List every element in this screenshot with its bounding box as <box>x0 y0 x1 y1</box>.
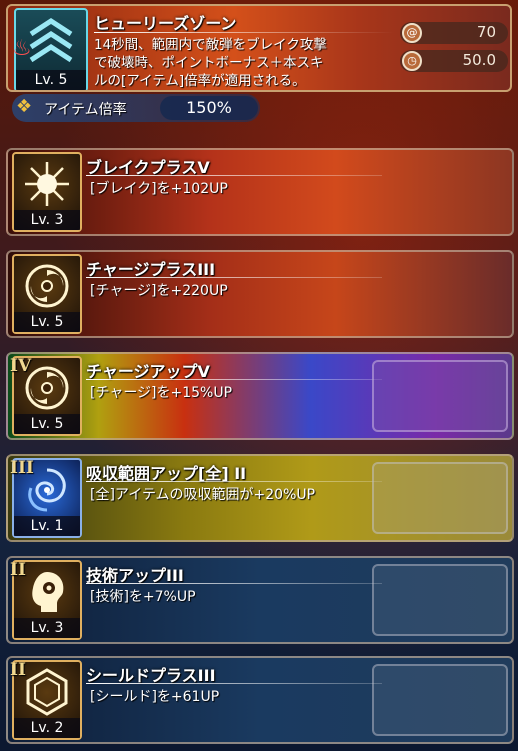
skill-description: [全]アイテムの吸収範囲が+20%UP <box>90 487 316 503</box>
sub-skill-card[interactable]: Lv. 5 IV チャージアップV [チャージ]を+15%UP <box>6 352 514 440</box>
skill-slot[interactable] <box>372 360 508 432</box>
skill-level: Lv. 5 <box>14 414 80 434</box>
swirl-icon <box>25 264 69 308</box>
title-divider <box>86 481 382 482</box>
main-skill-description: 14秒間、範囲内で敵弾をブレイク攻撃 で破壊時、ポイントボーナス＋本スキ ルの[… <box>94 36 394 90</box>
title-divider <box>86 175 382 176</box>
title-divider <box>86 683 382 684</box>
hexagon-shield-icon <box>26 668 68 716</box>
head-skill-icon <box>32 572 64 612</box>
sub-skill-card[interactable]: Lv. 1 III 吸収範囲アップ[全] II [全]アイテムの吸収範囲が+20… <box>6 454 514 542</box>
sub-skill-card[interactable]: Lv. 3 II 技術アップIII [技術]を+7%UP <box>6 556 514 644</box>
skill-level: Lv. 3 <box>14 618 80 638</box>
skill-rank: IV <box>10 356 32 376</box>
title-divider <box>86 277 382 278</box>
chevron-rank-icon <box>29 18 73 63</box>
sub-skill-card[interactable]: Lv. 5 チャージプラスIII [チャージ]を+220UP <box>6 250 514 338</box>
duration-stat-value: 50.0 <box>462 51 496 69</box>
description-line: ルの[アイテム]倍率が適用される。 <box>94 73 306 89</box>
skill-description: [ブレイク]を+102UP <box>90 181 228 197</box>
skill-description: [チャージ]を+15%UP <box>90 385 233 401</box>
skill-description: [技術]を+7%UP <box>90 589 196 605</box>
skill-description: [シールド]を+61UP <box>90 689 220 705</box>
burst-icon <box>25 162 69 206</box>
duration-stat: ◷ 50.0 <box>400 50 508 72</box>
title-divider <box>86 583 382 584</box>
charge-stat-value: 70 <box>476 23 496 41</box>
skill-slot[interactable] <box>372 462 508 534</box>
skill-icon-frame: Lv. 3 <box>12 152 82 232</box>
charge-stat: @ 70 <box>400 22 508 44</box>
skill-slot[interactable] <box>372 664 508 736</box>
main-skill-icon-frame: ♨ Lv. 5 <box>12 8 88 90</box>
skill-description: [チャージ]を+220UP <box>90 283 228 299</box>
description-line: 14秒間、範囲内で敵弾をブレイク攻撃 <box>94 37 327 53</box>
title-divider <box>86 379 382 380</box>
gift-items-icon: ❖ <box>16 96 33 117</box>
skill-level: Lv. 3 <box>14 210 80 230</box>
item-rate-bar: ❖ アイテム倍率 150% <box>12 94 260 122</box>
skill-level: Lv. 1 <box>14 516 80 536</box>
title-divider <box>94 32 394 33</box>
description-line: で破壊時、ポイントボーナス＋本スキ <box>94 55 324 71</box>
skill-rank: II <box>10 660 26 680</box>
item-rate-label: アイテム倍率 <box>44 102 127 118</box>
skill-level: Lv. 2 <box>14 718 80 738</box>
skill-icon-frame: Lv. 5 <box>12 254 82 334</box>
main-skill-level: Lv. 5 <box>16 70 86 90</box>
sub-skill-card[interactable]: Lv. 2 II シールドプラスIII [シールド]を+61UP <box>6 656 514 744</box>
main-skill-name: ヒューリーズゾーン <box>94 14 237 33</box>
clock-timer-icon: ◷ <box>402 51 422 71</box>
skill-level: Lv. 5 <box>14 312 80 332</box>
sub-skill-card[interactable]: Lv. 3 ブレイクプラスV [ブレイク]を+102UP <box>6 148 514 236</box>
skill-rank: III <box>10 458 34 478</box>
main-skill-card[interactable]: ♨ Lv. 5 ヒューリーズゾーン 14秒間、範囲内で敵弾をブレイク攻撃 で破壊… <box>6 4 512 92</box>
skill-rank: II <box>10 560 26 580</box>
swirl-charge-icon: @ <box>402 23 422 43</box>
skill-slot[interactable] <box>372 564 508 636</box>
item-rate-value: 150% <box>160 96 258 120</box>
